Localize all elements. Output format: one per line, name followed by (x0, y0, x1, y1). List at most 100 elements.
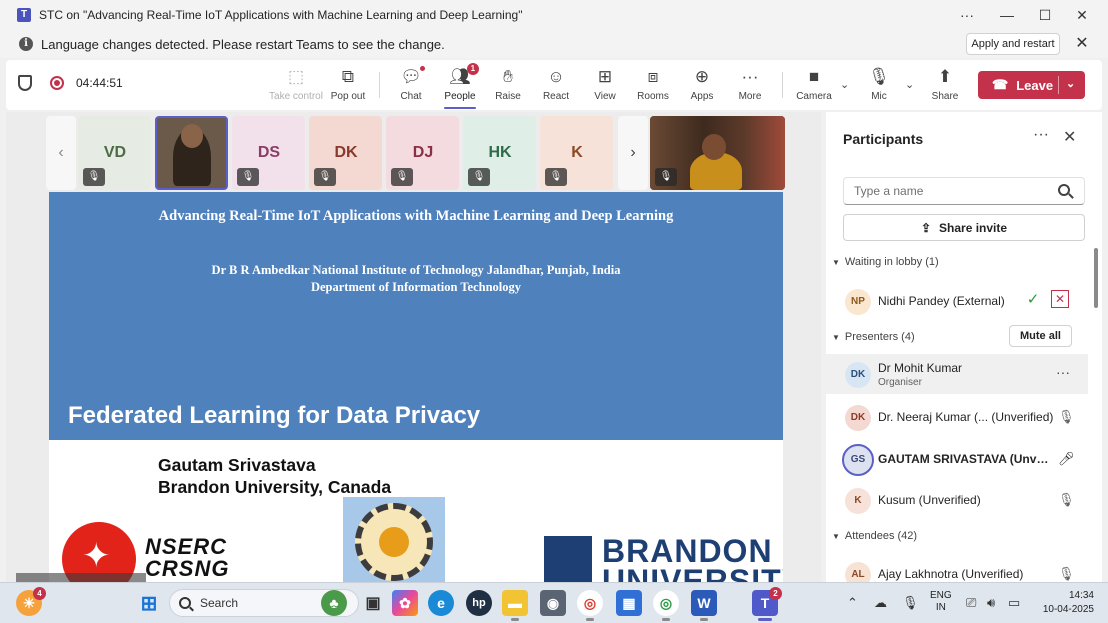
view-grid-icon: ⊞ (597, 67, 613, 86)
dismiss-notification-icon[interactable]: ✕ (1072, 34, 1092, 54)
participant-more-icon[interactable]: ··· (1056, 364, 1070, 380)
participant-search-input[interactable]: Type a name (843, 177, 1085, 205)
edge-browser-icon[interactable]: e (428, 590, 454, 616)
brandon-shield-icon (544, 536, 592, 582)
hp-icon[interactable]: hp (466, 590, 492, 616)
mute-all-button[interactable]: Mute all (1009, 325, 1072, 347)
store-icon[interactable]: ▦ (616, 590, 642, 616)
avatar: HK (481, 134, 519, 172)
avatar: VD (96, 134, 134, 172)
share-invite-button[interactable]: ⇪ Share invite (843, 214, 1085, 241)
lobby-section-header[interactable]: ▼ Waiting in lobby (1) (832, 256, 939, 268)
teams-taskbar-icon[interactable]: T2 (752, 587, 782, 621)
widgets-icon[interactable]: ☀ 4 (16, 587, 46, 616)
language-indicator[interactable]: ENG IN (930, 590, 952, 614)
minimize-button[interactable]: — (988, 0, 1026, 30)
search-icon (1058, 184, 1070, 196)
close-window-button[interactable]: ✕ (1063, 0, 1101, 30)
cloud-icon[interactable]: ☁ (874, 595, 887, 611)
participant-role: Organiser (878, 377, 922, 388)
widgets-badge: 4 (33, 587, 46, 600)
notification-message: Language changes detected. Please restar… (41, 36, 445, 52)
more-button[interactable]: ··· More (722, 66, 778, 106)
maximize-button[interactable]: ☐ (1026, 0, 1064, 30)
presenter-row[interactable]: GS GAUTAM SRIVASTAVA (Unverified) 🎤︎ (826, 439, 1088, 479)
participant-tile[interactable]: VD 🎙︎ (78, 116, 151, 190)
deny-x-icon[interactable]: ✕ (1051, 290, 1069, 308)
avatar: K (558, 134, 596, 172)
toolbar-divider (379, 72, 380, 98)
attendees-section-header[interactable]: ▼ Attendees (42) (832, 530, 917, 542)
mic-muted-icon: 🎙︎ (868, 67, 890, 86)
lobby-participant-row[interactable]: NP Nidhi Pandey (External) ✓ ✕ (826, 281, 1088, 321)
search-highlight-icon[interactable]: ♣ (321, 590, 347, 616)
taskbar-clock[interactable]: 14:34 10-04-2025 (1032, 589, 1094, 617)
mic-options-chevron-icon[interactable]: ⌄ (905, 78, 914, 91)
camera-button[interactable]: ■ Camera (786, 66, 842, 106)
start-menu-icon[interactable]: ⊞ (136, 590, 162, 616)
participant-name: Ajay Lakhnotra (Unverified) (878, 567, 1024, 581)
panel-more-icon[interactable]: ··· (1033, 126, 1049, 144)
pop-out-button[interactable]: ⧉ Pop out (320, 66, 376, 106)
participant-tile[interactable]: HK 🎙︎ (463, 116, 536, 190)
camera-app-icon[interactable]: ◉ (540, 590, 566, 616)
rooms-button[interactable]: ⧈ Rooms (625, 66, 681, 106)
react-icon: ☺ (547, 67, 565, 86)
battery-icon[interactable]: ▭ (1008, 595, 1020, 611)
avatar: DK (845, 405, 871, 431)
participant-tile[interactable]: K 🎙︎ (540, 116, 613, 190)
volume-icon[interactable]: 🔊︎ (987, 595, 995, 611)
mic-muted-icon: 🎙︎ (1058, 566, 1075, 581)
teams-app-icon: T (17, 8, 31, 22)
apply-and-restart-button[interactable]: Apply and restart (966, 33, 1060, 55)
clock-time: 14:34 (1068, 590, 1094, 601)
rooms-icon: ⧈ (647, 67, 659, 86)
chrome-profile-icon[interactable]: ◎ (653, 590, 679, 621)
file-explorer-icon[interactable]: ▬ (502, 590, 528, 621)
mic-muted-icon: 🎙︎ (545, 168, 567, 186)
presenter-row[interactable]: DK Dr Mohit Kumar Organiser ··· (826, 354, 1088, 394)
mic-muted-icon: 🎙︎ (314, 168, 336, 186)
share-button[interactable]: ⬆ Share (917, 66, 973, 106)
participant-tile[interactable]: DS 🎙︎ (232, 116, 305, 190)
mic-muted-icon: 🎙︎ (83, 168, 105, 186)
chrome-icon[interactable]: ◎ (577, 590, 603, 621)
avatar: DK (845, 362, 871, 388)
people-badge: 1 (466, 63, 479, 75)
presenter-row[interactable]: DK Dr. Neeraj Kumar (... (Unverified) 🎙︎ (826, 397, 1088, 437)
speaker-name: Gautam Srivastava (158, 455, 316, 475)
window-title: STC on "Advancing Real-Time IoT Applicat… (39, 8, 523, 22)
mic-muted-icon: 🎙︎ (1058, 492, 1075, 507)
search-icon (179, 597, 191, 609)
network-icon[interactable]: ⎚ (966, 595, 976, 611)
window-more-button[interactable]: ··· (948, 0, 986, 30)
chat-button[interactable]: 💬︎ Chat (383, 66, 439, 106)
presenter-row[interactable]: K Kusum (Unverified) 🎙︎ (826, 480, 1088, 520)
self-video-tile[interactable]: 🎙︎ (650, 116, 785, 190)
leave-button[interactable]: ☎︎ Leave ⌄ (978, 71, 1085, 99)
gallery-scroll-right-icon[interactable]: › (618, 116, 648, 190)
participant-tile[interactable]: DK 🎙︎ (309, 116, 382, 190)
panel-close-icon[interactable]: ✕ (1063, 127, 1076, 147)
participant-tile[interactable]: DJ 🎙︎ (386, 116, 459, 190)
panel-scrollbar[interactable] (1094, 248, 1098, 308)
react-button[interactable]: ☺ React (528, 66, 584, 106)
brandon-university-logo: BRANDON UNIVERSITY (544, 535, 783, 582)
mic-button[interactable]: 🎙︎ Mic (851, 66, 907, 106)
show-hidden-icons-chevron-icon[interactable]: ⌃ (847, 595, 858, 611)
task-view-icon[interactable]: ▣ (360, 590, 386, 616)
leave-options-chevron-icon[interactable]: ⌄ (1066, 77, 1075, 90)
gallery-scroll-left-icon[interactable]: ‹ (46, 116, 76, 190)
participant-video-tile[interactable] (155, 116, 228, 190)
shield-icon[interactable] (18, 75, 32, 91)
slide-institute: Dr B R Ambedkar National Institute of Te… (49, 262, 783, 296)
presenters-section-header[interactable]: ▼ Presenters (4) (832, 331, 915, 343)
take-control-button[interactable]: ⬚ Take control (268, 66, 324, 106)
pop-out-icon: ⧉ (341, 67, 355, 86)
camera-options-chevron-icon[interactable]: ⌄ (840, 78, 849, 91)
nserc-logo-text: NSERC CRSNG (145, 534, 230, 581)
copilot-icon[interactable]: ✿ (392, 590, 418, 616)
mic-muted-tray-icon[interactable]: 🎙︎ (902, 595, 919, 611)
admit-check-icon[interactable]: ✓ (1023, 290, 1043, 310)
word-icon[interactable]: W (691, 590, 717, 621)
